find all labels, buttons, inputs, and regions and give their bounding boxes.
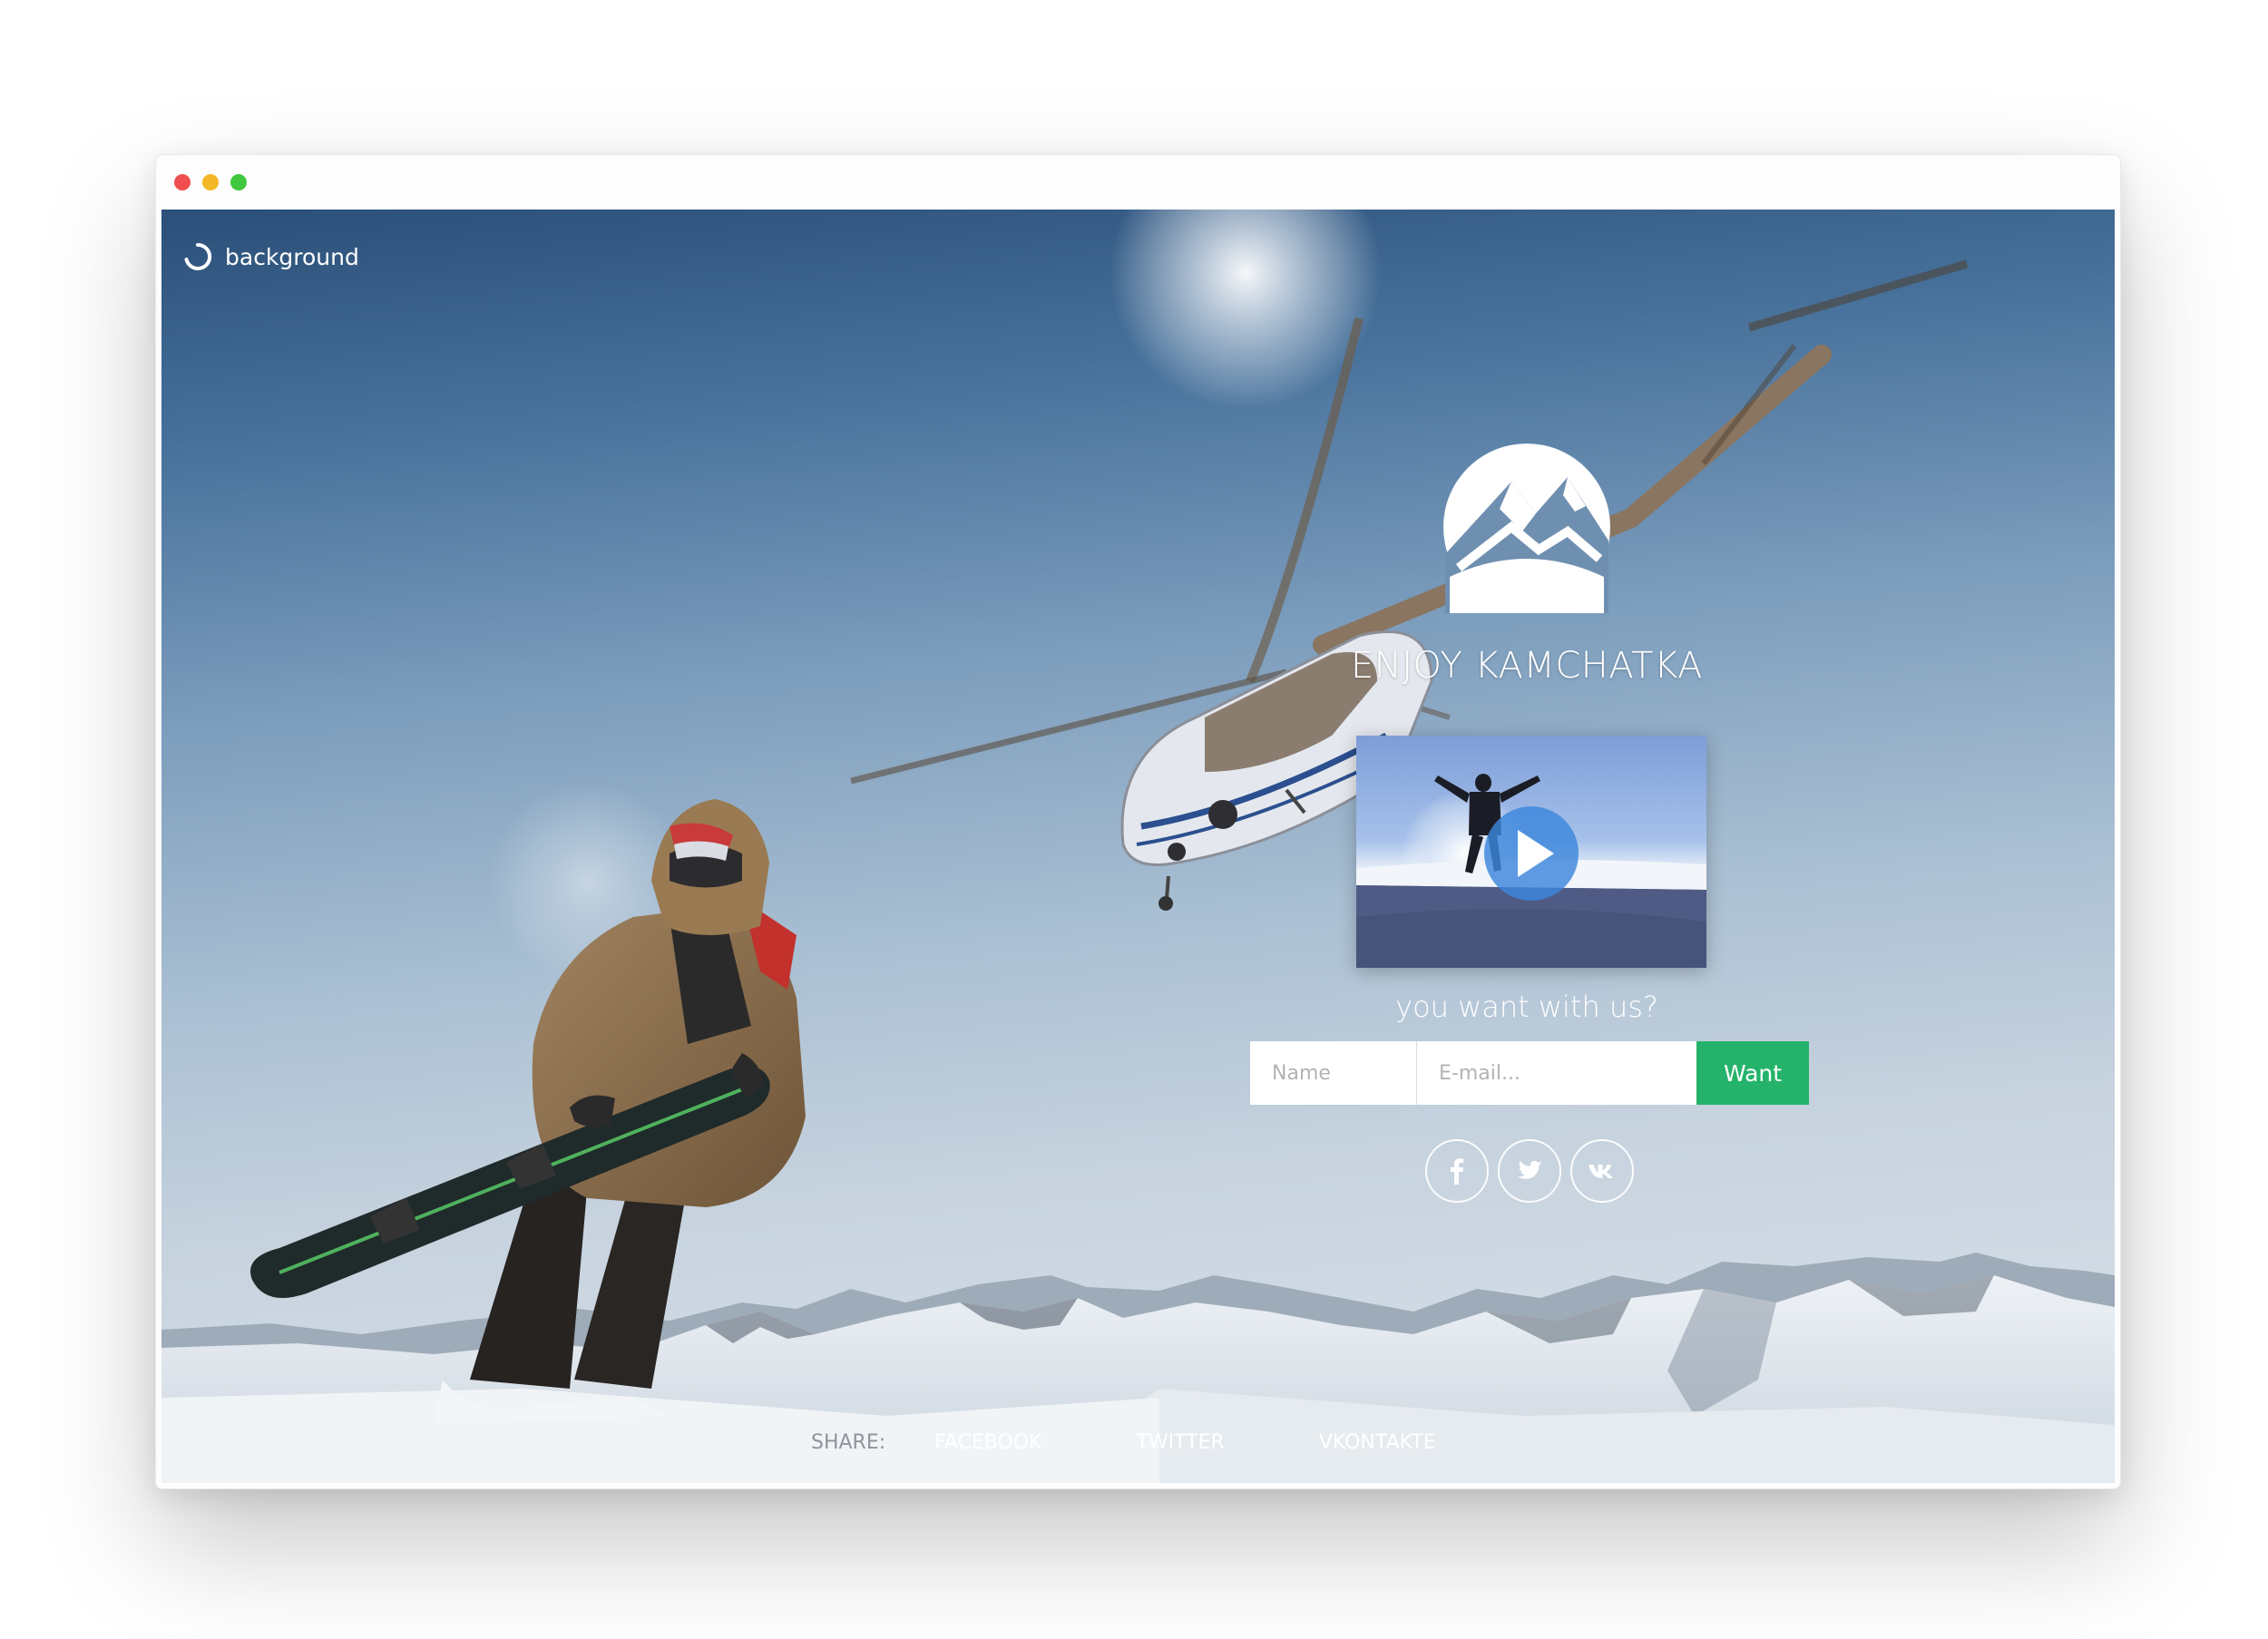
share-bar: SHARE: FACEBOOK TWITTER VKONTAKTE [811, 1431, 1530, 1454]
twitter-icon [1518, 1161, 1542, 1179]
social-buttons [1425, 1139, 1634, 1203]
loader-spinner-icon [184, 242, 212, 270]
vkontakte-button[interactable] [1570, 1139, 1634, 1203]
maximize-window-button[interactable] [230, 174, 247, 190]
facebook-button[interactable] [1425, 1139, 1489, 1203]
play-icon[interactable] [1356, 736, 1706, 968]
share-vkontakte-link[interactable]: VKONTAKTE [1319, 1431, 1436, 1454]
share-twitter-link[interactable]: TWITTER [1136, 1431, 1224, 1454]
vkontakte-icon [1589, 1165, 1613, 1178]
facebook-icon [1451, 1158, 1464, 1185]
video-thumbnail[interactable] [1356, 736, 1706, 968]
window-titlebar [156, 155, 2120, 210]
twitter-button[interactable] [1498, 1139, 1561, 1203]
mountain-circle-logo-icon [1443, 444, 1610, 613]
close-window-button[interactable] [174, 174, 191, 190]
site-brand[interactable]: background [181, 239, 359, 275]
minimize-window-button[interactable] [202, 174, 219, 190]
share-label: SHARE: [811, 1431, 886, 1454]
signup-form: Want [1250, 1041, 1809, 1105]
want-button[interactable]: Want [1696, 1041, 1809, 1105]
name-input[interactable] [1250, 1041, 1417, 1105]
email-input[interactable] [1417, 1041, 1696, 1105]
signup-question: you want with us? [1395, 990, 1658, 1024]
hero-title: ENJOY KAMCHATKA [1351, 645, 1703, 687]
landing-page: background ENJOY KAMCHATKA you want with… [161, 210, 2115, 1483]
share-facebook-link[interactable]: FACEBOOK [934, 1431, 1041, 1454]
background-scene [161, 210, 2115, 1483]
brand-label: background [225, 243, 359, 270]
browser-window: background ENJOY KAMCHATKA you want with… [155, 154, 2121, 1489]
